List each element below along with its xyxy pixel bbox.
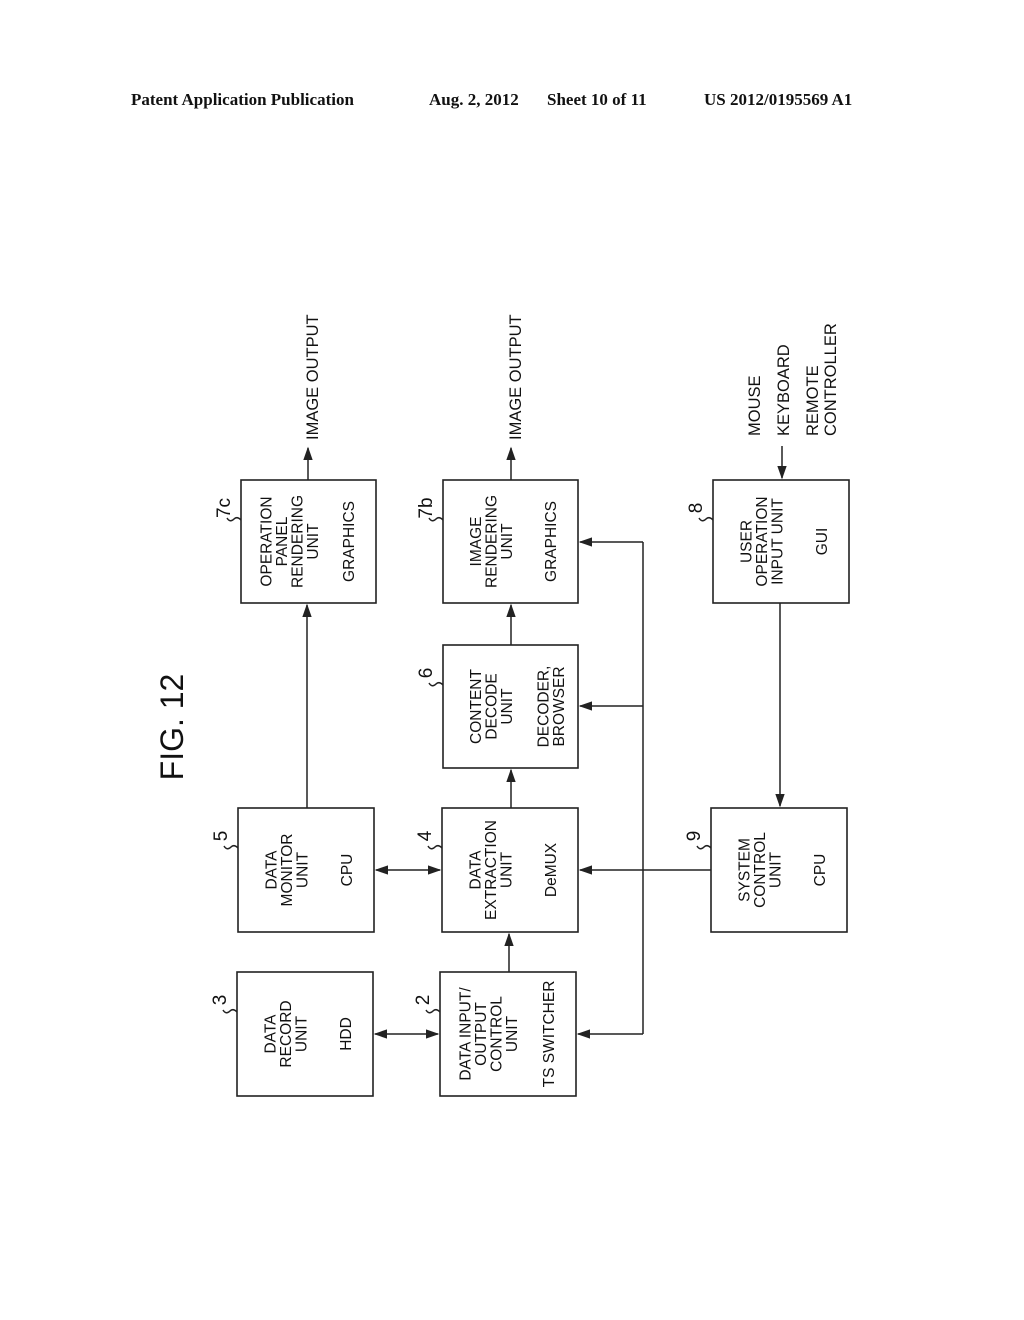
system-control-unit-label-line: UNIT <box>767 851 784 888</box>
data-record-unit-label-line: DATA <box>262 1014 279 1054</box>
image-rendering-unit-label-line: UNIT <box>499 523 516 560</box>
data-record-unit-reference-number: 3 <box>210 995 231 1006</box>
input-label-mouse: MOUSE <box>746 375 764 436</box>
operation-panel-rendering-unit-label-line: PANEL <box>274 516 291 566</box>
user-operation-input-unit-label-line: INPUT UNIT <box>769 498 786 585</box>
user-operation-input-unit-label-line: OPERATION <box>754 496 771 586</box>
input-label-keyboard: KEYBOARD <box>775 344 793 436</box>
system-control-unit-leader-line <box>696 844 712 850</box>
data-input-output-control-unit-reference-number: 2 <box>413 995 434 1006</box>
image-output-label-7c: IMAGE OUTPUT <box>304 314 322 440</box>
input-label-controller: CONTROLLER <box>822 323 840 436</box>
data-record-unit-label-line: RECORD <box>278 1000 295 1067</box>
data-extraction-unit-leader-line <box>427 844 443 850</box>
data-monitor-unit-leader-line <box>223 844 239 850</box>
image-output-label-7b: IMAGE OUTPUT <box>507 314 525 440</box>
data-input-output-control-unit-label-line: UNIT <box>504 1015 521 1052</box>
data-monitor-unit: DATAMONITORUNIT CPU 5 <box>211 807 375 933</box>
operation-panel-rendering-unit-reference-number: 7c <box>214 498 235 518</box>
content-decode-unit-label-line: UNIT <box>499 688 516 725</box>
data-extraction-unit-reference-number: 4 <box>415 830 436 841</box>
system-control-unit-implementation-label: CPU <box>812 854 829 887</box>
content-decode-unit-leader-line <box>428 681 444 687</box>
data-extraction-unit-implementation-label: DeMUX <box>543 842 560 897</box>
data-record-unit: DATARECORDUNIT HDD 3 <box>210 971 374 1097</box>
operation-panel-rendering-unit-label-line: UNIT <box>305 523 322 560</box>
user-operation-input-unit-leader-line <box>698 516 714 522</box>
operation-panel-rendering-unit-label-line: OPERATION <box>258 496 275 586</box>
data-monitor-unit-reference-number: 5 <box>211 831 232 842</box>
image-rendering-unit: IMAGERENDERINGUNIT GRAPHICS 7b <box>416 479 579 604</box>
user-operation-input-unit-implementation-label: GUI <box>814 528 831 556</box>
data-record-unit-implementation-label: HDD <box>338 1017 355 1051</box>
input-label-remote: REMOTE <box>804 365 822 436</box>
image-rendering-unit-label-line: IMAGE <box>468 517 485 567</box>
operation-panel-rendering-unit-implementation-label: GRAPHICS <box>341 501 358 582</box>
user-operation-input-unit: USEROPERATIONINPUT UNIT GUI 8 <box>686 479 850 604</box>
data-input-output-control-unit-label-line: DATA INPUT/ <box>458 987 475 1081</box>
data-record-unit-label-line: UNIT <box>293 1015 310 1052</box>
operation-panel-rendering-unit: OPERATIONPANELRENDERINGUNIT GRAPHICS 7c <box>214 479 377 604</box>
system-control-unit-label-line: SYSTEM <box>736 838 753 902</box>
content-decode-unit-implementation-label: DECODER, <box>535 666 552 748</box>
content-decode-unit-label-line: DECODE <box>484 673 501 739</box>
system-control-unit-label-line: CONTROL <box>752 832 769 908</box>
content-decode-unit-implementation-label: BROWSER <box>551 666 568 746</box>
data-input-output-control-unit-label-line: CONTROL <box>489 996 506 1072</box>
data-input-output-control-unit-implementation-label: TS SWITCHER <box>541 981 558 1088</box>
data-monitor-unit-label-line: MONITOR <box>279 834 296 907</box>
data-extraction-unit-label-line: UNIT <box>498 851 515 888</box>
data-input-output-control-unit-label-line: OUTPUT <box>473 1002 490 1066</box>
data-extraction-unit-label-line: EXTRACTION <box>483 820 500 920</box>
data-extraction-unit-label-line: DATA <box>467 850 484 890</box>
system-control-unit-reference-number: 9 <box>684 831 705 842</box>
operation-panel-rendering-unit-label-line: RENDERING <box>289 495 306 588</box>
image-rendering-unit-implementation-label: GRAPHICS <box>543 501 560 582</box>
image-rendering-unit-label-line: RENDERING <box>484 495 501 588</box>
data-input-output-control-unit-leader-line <box>425 1008 441 1014</box>
user-operation-input-unit-label-line: USER <box>738 520 755 563</box>
figure-title: FIG. 12 <box>154 674 190 781</box>
image-rendering-unit-reference-number: 7b <box>416 497 437 518</box>
data-monitor-unit-label-line: UNIT <box>294 851 311 888</box>
user-operation-input-unit-reference-number: 8 <box>686 503 707 514</box>
data-record-unit-leader-line <box>222 1008 238 1014</box>
content-decode-unit-label-line: CONTENT <box>468 669 485 744</box>
content-decode-unit: CONTENTDECODEUNIT DECODER,BROWSER 6 <box>416 644 579 769</box>
data-monitor-unit-implementation-label: CPU <box>339 854 356 887</box>
data-monitor-unit-label-line: DATA <box>263 850 280 890</box>
content-decode-unit-reference-number: 6 <box>416 668 437 679</box>
block-diagram: FIG. 12 OPERATIONPANELRENDERINGUNIT GRAPH… <box>154 314 850 1097</box>
